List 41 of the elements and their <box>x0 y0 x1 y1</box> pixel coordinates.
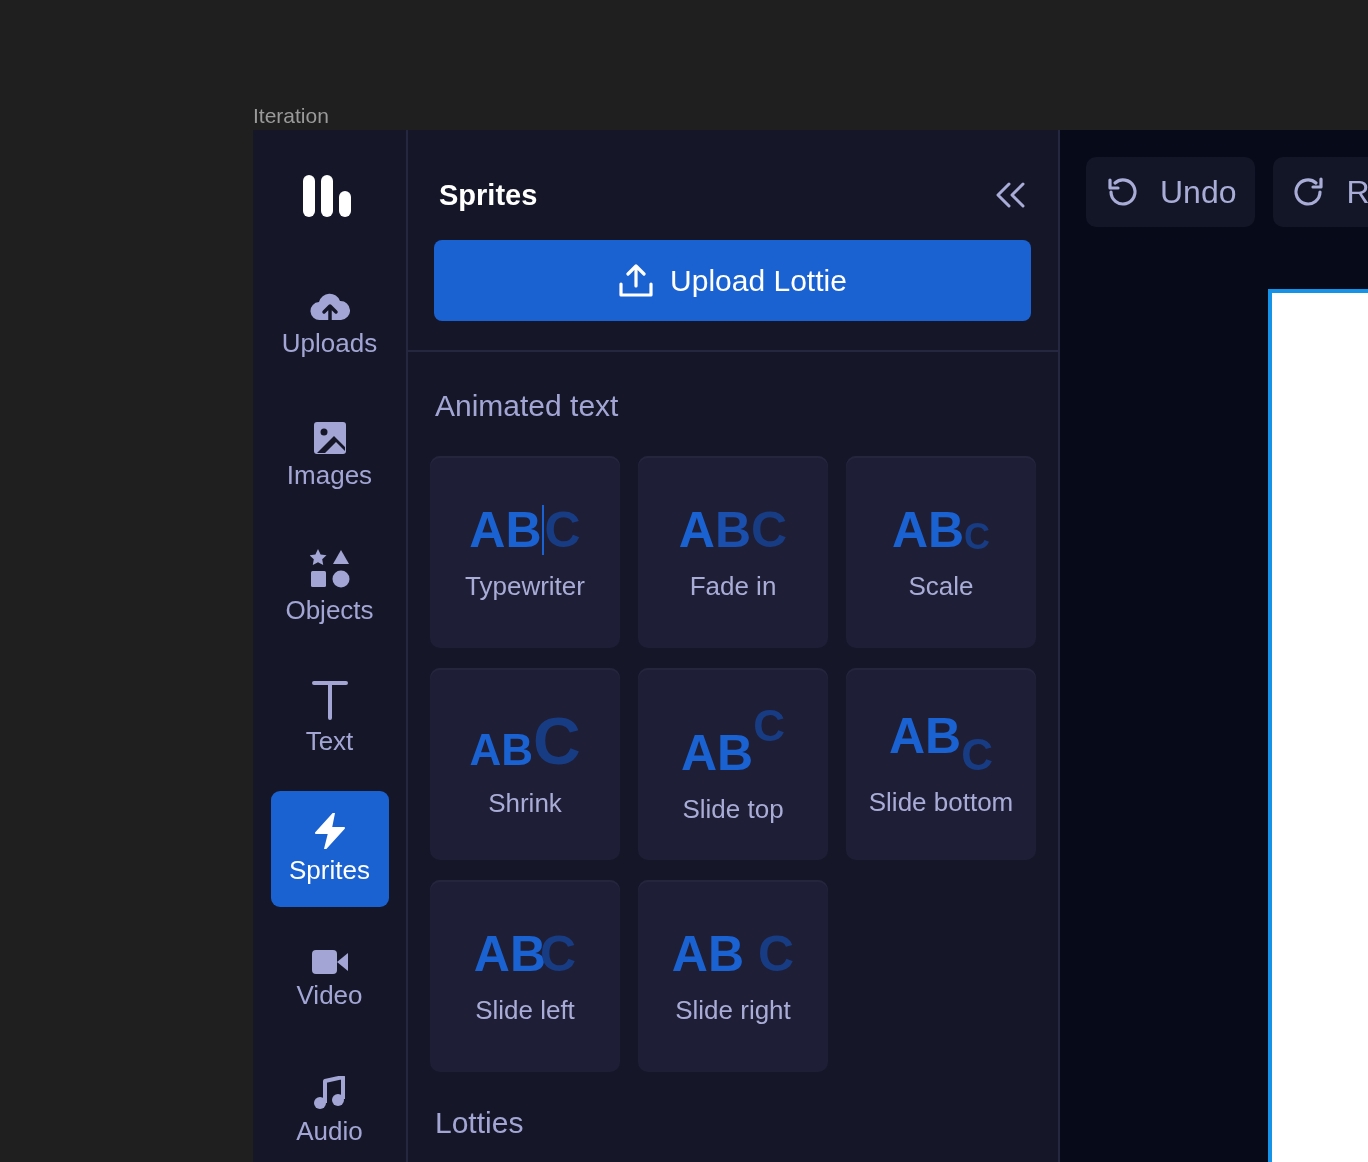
sidebar-item[interactable]: Audio <box>270 1053 389 1162</box>
card-label: Slide right <box>675 994 791 1026</box>
panel-title: Sprites <box>439 178 538 212</box>
card-label: Scale <box>908 570 974 602</box>
sidebar-item[interactable]: Sprites <box>270 791 389 907</box>
toolbar-button[interactable]: Undo <box>1086 157 1255 227</box>
animation-card[interactable]: ABC Shrink <box>430 668 620 860</box>
section-heading: Animated text <box>435 389 620 423</box>
card-label: Fade in <box>689 570 777 602</box>
shapes-icon <box>309 548 350 589</box>
upload-icon <box>618 263 655 298</box>
abc-preview: ABC <box>678 502 788 560</box>
upload-button[interactable]: Upload Lottie <box>434 240 1031 321</box>
card-label: Slide left <box>475 994 575 1026</box>
lightning-icon <box>313 812 346 849</box>
sidebar-item[interactable]: Images <box>270 398 389 514</box>
toolbar-button[interactable]: R <box>1272 157 1368 227</box>
collapse-icon[interactable] <box>994 182 1026 208</box>
sidebar-item[interactable]: Video <box>270 922 389 1038</box>
card-label: Typewriter <box>465 570 585 602</box>
video-camera-icon <box>311 949 348 974</box>
music-note-icon <box>313 1075 346 1110</box>
card-label: Shrink <box>488 787 562 819</box>
abc-preview: ABC <box>469 709 581 778</box>
frame-label: Iteration <box>253 103 330 129</box>
text-icon <box>311 679 348 720</box>
animation-card[interactable]: ABC Slide left <box>430 880 620 1072</box>
image-icon <box>313 421 346 454</box>
card-label: Slide top <box>682 793 784 825</box>
animation-card[interactable]: ABC Scale <box>846 456 1036 648</box>
card-label: Slide bottom <box>868 786 1014 818</box>
animation-card[interactable]: ABC Fade in <box>638 456 828 648</box>
sidebar-item[interactable]: Objects <box>270 529 389 645</box>
abc-preview: ABC <box>473 926 577 984</box>
sidebar-item[interactable]: Uploads <box>270 267 389 383</box>
abc-preview: ABC <box>891 502 991 560</box>
section-heading: Lotties <box>435 1106 525 1140</box>
animation-card[interactable]: ABC Typewriter <box>430 456 620 648</box>
abc-preview: ABC <box>469 502 581 560</box>
cloud-upload-icon <box>309 291 350 322</box>
sidebar-item[interactable]: Text <box>270 660 389 776</box>
